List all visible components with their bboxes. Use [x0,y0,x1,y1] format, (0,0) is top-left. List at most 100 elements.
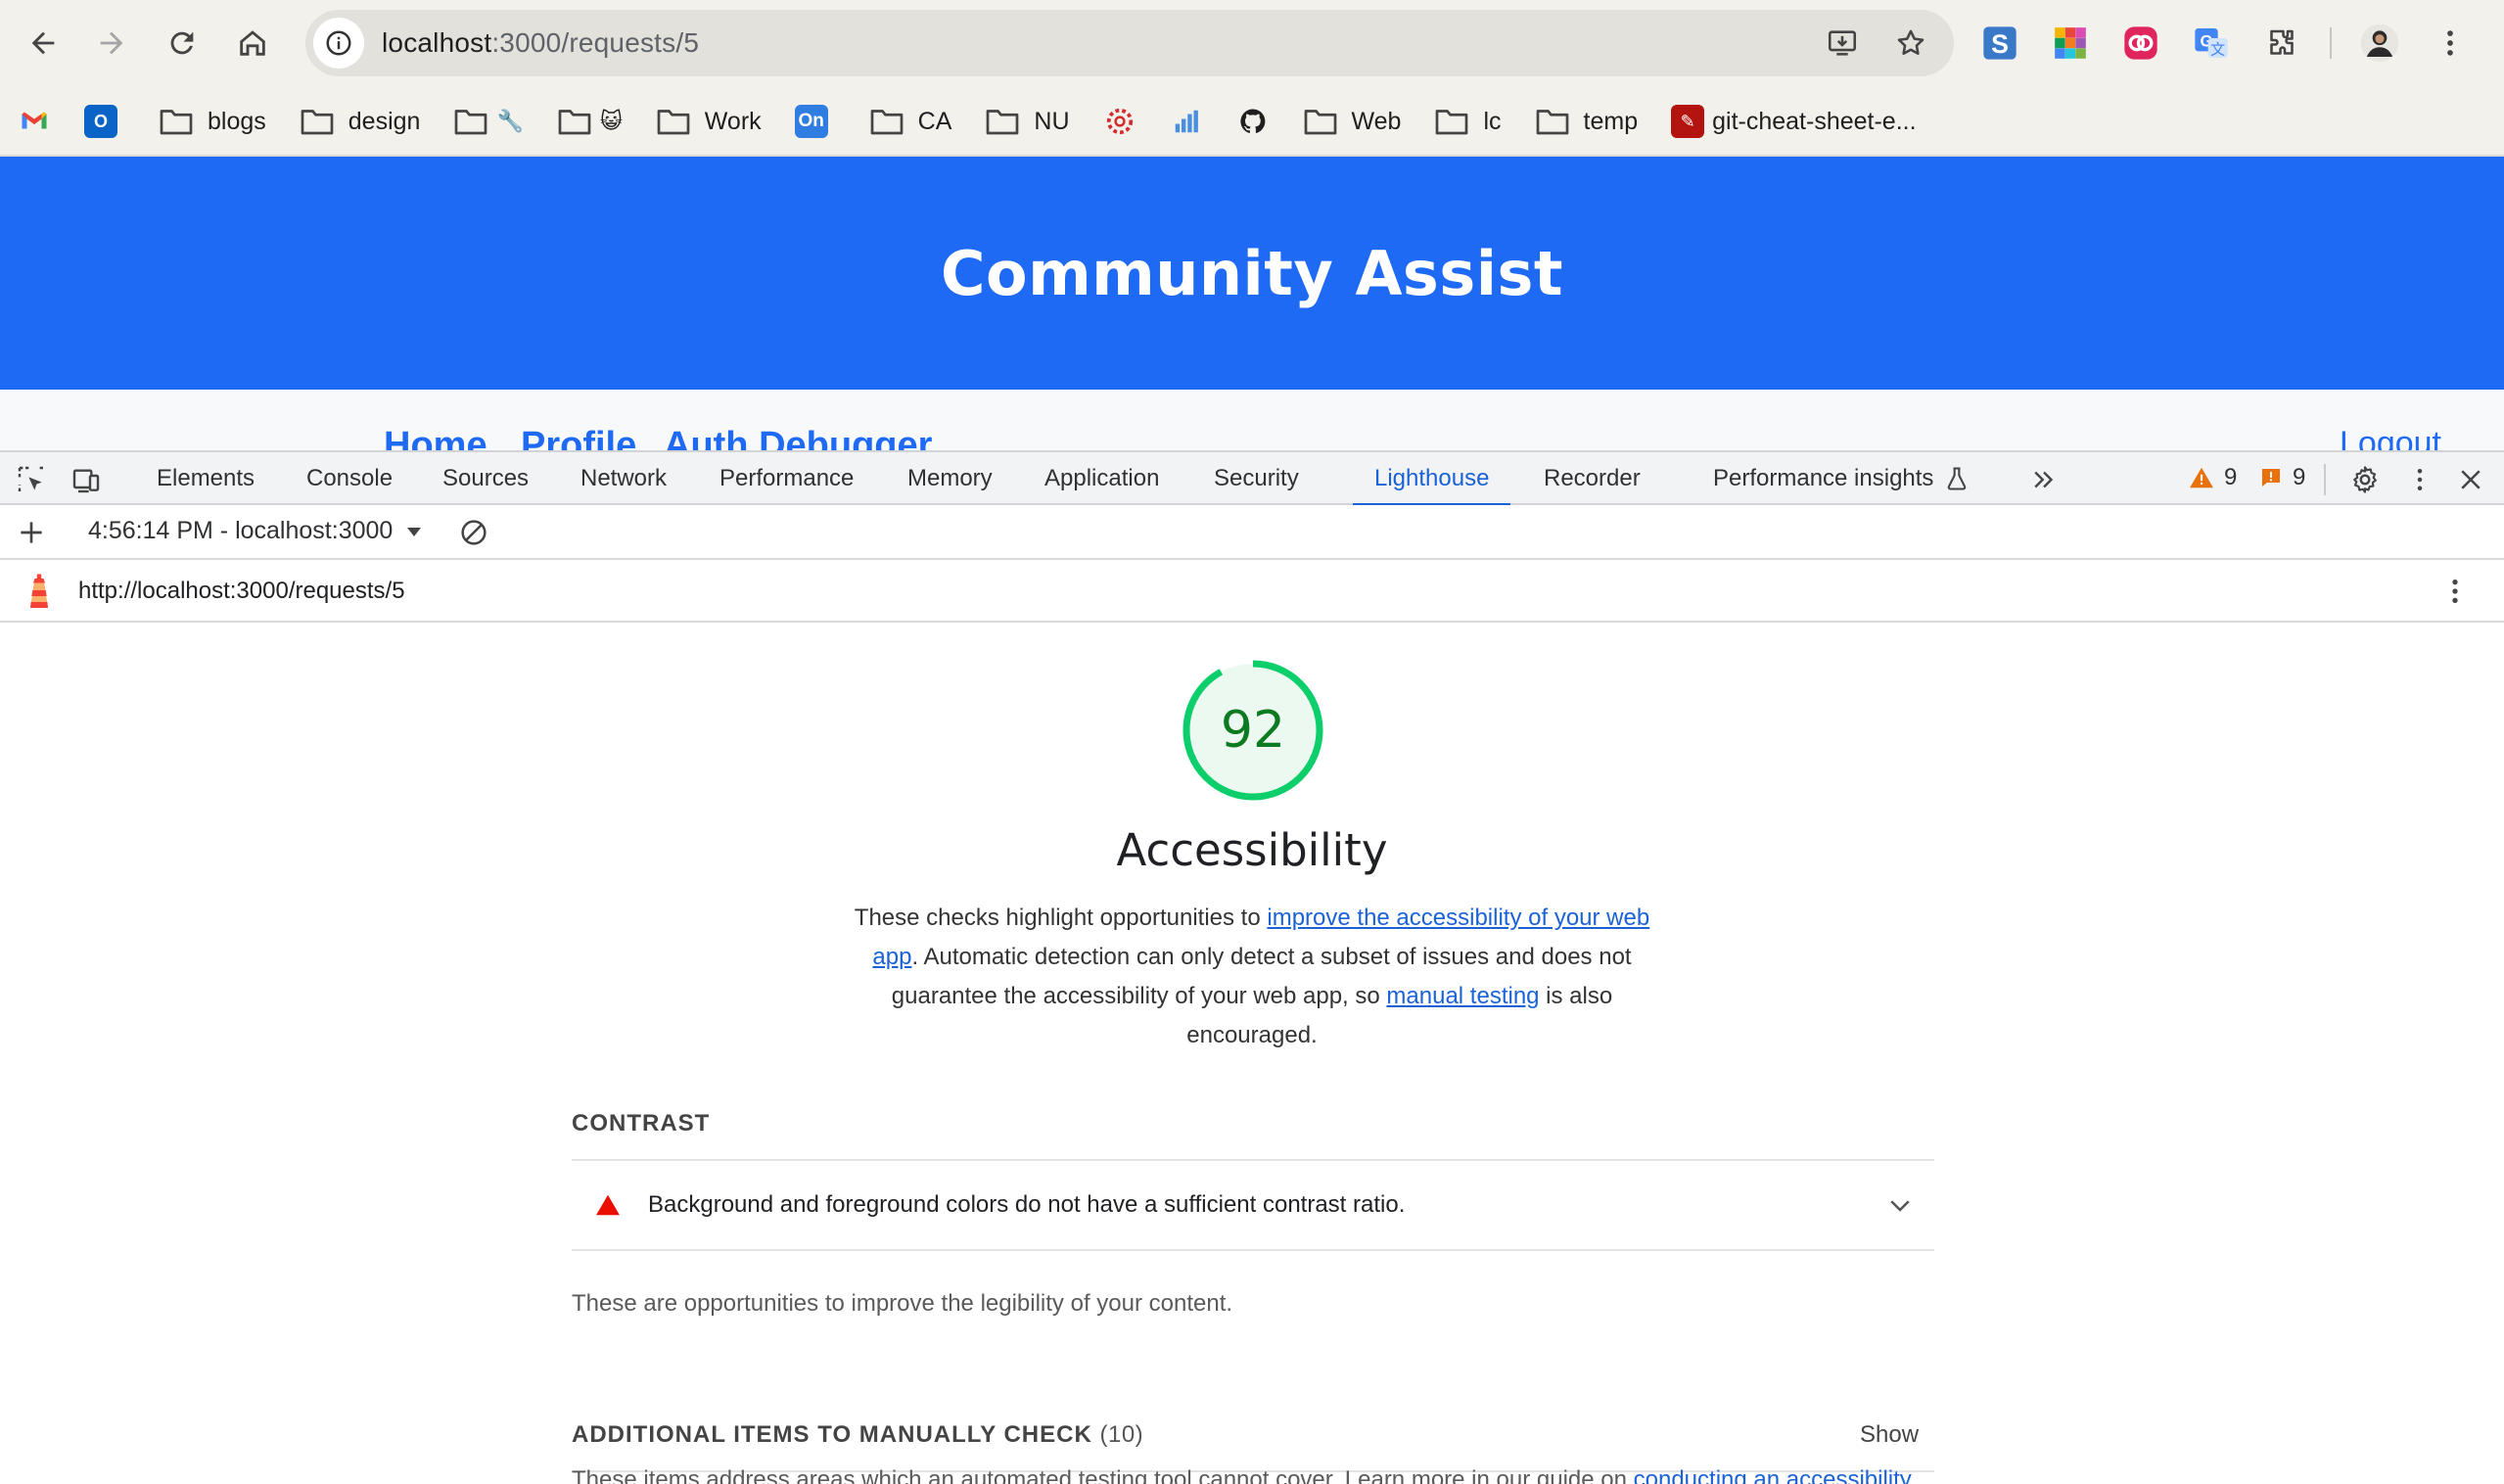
pdf-icon: ✎ [1671,105,1705,138]
home-button[interactable] [227,18,278,69]
report-url[interactable]: http://localhost:3000/requests/5 [78,578,405,605]
tab-application[interactable]: Application [1044,452,1159,505]
address-bar[interactable]: localhost:3000/requests/5 [305,10,1954,76]
warnings-counter[interactable]: 9 [2189,464,2237,491]
new-report-plus-icon[interactable] [14,515,49,550]
nav-auth-debugger-link[interactable]: Auth Debugger [664,425,932,450]
bookmark-analytics[interactable] [1170,98,1203,145]
svg-text:文: 文 [2210,42,2225,59]
inspect-element-icon[interactable] [14,462,49,497]
manual-group-title-text: ADDITIONAL ITEMS TO MANUALLY CHECK [572,1421,1092,1448]
bookmark-folder-ca[interactable]: CA [869,98,952,145]
bookmark-folder-design[interactable]: design [300,98,420,145]
tab-memory[interactable]: Memory [907,452,993,505]
bookmark-canvas[interactable] [1103,98,1136,145]
tab-console[interactable]: Console [306,452,393,505]
close-devtools-icon[interactable] [2453,462,2488,497]
bookmark-folder-blogs[interactable]: blogs [159,98,266,145]
outlook-icon: O [84,105,117,138]
bookmark-folder-nu[interactable]: NU [985,98,1070,145]
devtools-panel: Elements Console Sources Network Perform… [0,450,2504,1484]
profile-avatar[interactable] [2357,21,2402,66]
score-value: 92 [1220,701,1286,760]
chrome-menu-icon[interactable] [2428,21,2473,66]
folder-icon [160,110,193,135]
devtools-menu-icon[interactable] [2402,462,2437,497]
nav-profile-link[interactable]: Profile [521,425,636,450]
manual-testing-link[interactable]: manual testing [1386,983,1539,1009]
settings-gear-icon[interactable] [2347,462,2383,497]
bookmark-gmail[interactable] [18,98,51,145]
bookmark-on[interactable]: On [794,98,836,145]
bookmark-folder-emoji[interactable]: 😺 [557,98,623,145]
category-title: Accessibility [1116,824,1388,876]
warnings-count: 9 [2224,464,2238,490]
issues-count: 9 [2293,464,2306,490]
lighthouse-logo-icon [20,572,59,615]
bookmark-folder-tools[interactable]: 🔧 [453,98,524,145]
page-nav: Home Profile Auth Debugger Logout [0,390,2504,450]
bookmark-folder-web[interactable]: Web [1303,98,1401,145]
tab-sources[interactable]: Sources [442,452,529,505]
tab-lighthouse[interactable]: Lighthouse [1352,452,1511,507]
site-info-button[interactable] [313,18,364,69]
extension-translate-icon[interactable]: G文 [2189,21,2234,66]
extensions-puzzle-icon[interactable] [2259,21,2304,66]
tab-security[interactable]: Security [1214,452,1299,505]
reload-icon [170,31,194,55]
svg-text:S: S [1991,29,2009,59]
issues-counter[interactable]: 9 [2259,464,2305,491]
page-header: Community Assist [0,157,2504,390]
bookmark-label: temp [1583,107,1639,135]
folder-icon [1536,110,1568,135]
back-button[interactable] [18,18,69,69]
category-description: These checks highlight opportunities to … [852,899,1652,1055]
extension-s-icon[interactable]: S [1977,21,2022,66]
tab-performance-insights-label: Performance insights [1713,465,1934,491]
tab-performance[interactable]: Performance [719,452,854,505]
on-app-icon: On [794,105,828,138]
lighthouse-url-bar: http://localhost:3000/requests/5 [0,560,2504,623]
bookmark-folder-temp[interactable]: temp [1535,98,1639,145]
toolbar-separator [2330,27,2332,59]
bookmark-folder-lc[interactable]: lc [1434,98,1502,145]
flask-icon [1948,467,1967,490]
bookmark-label: CA [917,107,952,135]
device-toolbar-icon[interactable] [69,462,104,497]
bookmark-pdf[interactable]: ✎ git-cheat-sheet-e... [1671,98,1917,145]
info-icon [326,30,351,56]
tabbar-separator [2324,464,2326,495]
bookmark-label: NU [1034,107,1070,135]
nav-logout-link[interactable]: Logout [2340,425,2441,450]
more-tabs-icon[interactable] [2026,462,2062,497]
conducting-accessibility-link[interactable]: conducting an accessibility [1634,1466,1912,1484]
report-select-dropdown[interactable]: 4:56:14 PM - localhost:3000 [88,517,426,545]
show-manual-items-button[interactable]: Show [1860,1421,1919,1449]
nav-home-link[interactable]: Home [384,425,487,450]
contrast-audit-row[interactable]: Background and foreground colors do not … [572,1161,1934,1249]
extension-link-icon[interactable] [2118,21,2163,66]
contrast-group-description: These are opportunities to improve the l… [572,1290,1233,1317]
tab-network[interactable]: Network [580,452,667,505]
chevron-down-icon[interactable] [1885,1190,1915,1220]
forward-button[interactable] [86,18,137,69]
divider [572,1249,1934,1251]
url-text[interactable]: localhost:3000/requests/5 [382,27,699,59]
tab-elements[interactable]: Elements [157,452,255,505]
reload-button[interactable] [157,18,208,69]
clear-reports-icon[interactable] [456,515,491,550]
bookmark-github[interactable] [1236,98,1270,145]
extension-palette-icon[interactable] [2048,21,2093,66]
bookmark-folder-work[interactable]: Work [656,98,762,145]
bar-chart-icon [1175,110,1198,133]
report-menu-icon[interactable] [2437,574,2473,609]
tab-performance-insights[interactable]: Performance insights [1713,452,1971,505]
bookmark-outlook[interactable]: O [84,98,125,145]
dropdown-triangle-icon [407,527,422,536]
extensions-row: S G文 [1977,16,2473,70]
install-app-icon[interactable] [1817,18,1868,69]
tab-recorder[interactable]: Recorder [1544,452,1641,505]
issue-flag-icon [2262,469,2280,487]
bookmark-star-icon[interactable] [1885,18,1936,69]
bookmark-label: git-cheat-sheet-e... [1712,107,1917,135]
